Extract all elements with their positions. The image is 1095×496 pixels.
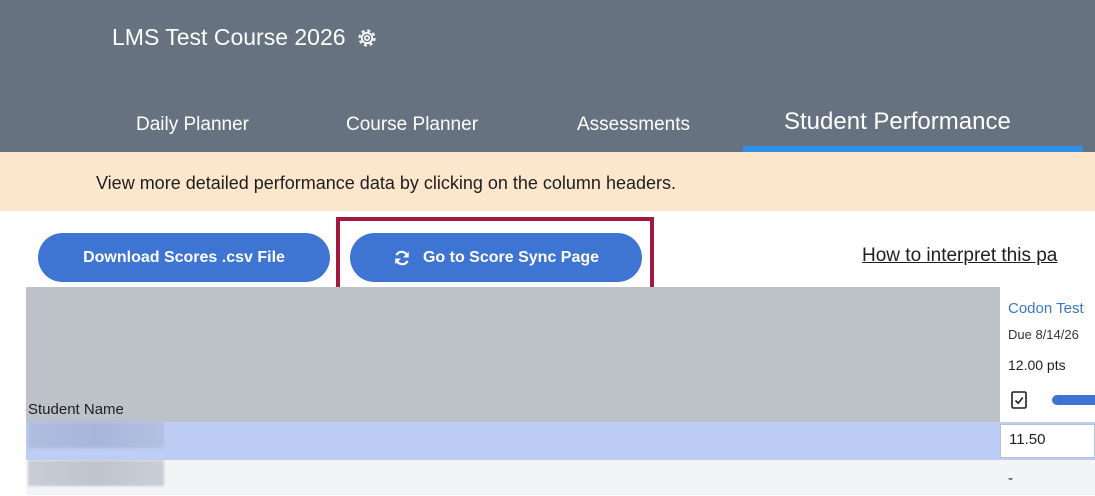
grid-header: [26, 287, 1095, 422]
table-row[interactable]: -: [26, 460, 1095, 495]
download-scores-label: Download Scores .csv File: [83, 248, 285, 266]
download-scores-button[interactable]: Download Scores .csv File: [38, 233, 330, 282]
course-title-group: LMS Test Course 2026: [112, 24, 379, 51]
assessment-column-header[interactable]: Codon Test Due 8/14/26 12.00 pts: [1000, 287, 1095, 422]
student-name-redacted: [28, 422, 164, 448]
tab-assessments[interactable]: Assessments: [577, 114, 690, 136]
assessment-due-date: Due 8/14/26: [1008, 327, 1079, 342]
assessment-progress-bar: [1052, 395, 1095, 405]
tab-course-planner[interactable]: Course Planner: [346, 114, 478, 136]
sync-icon: [395, 250, 409, 265]
document-check-icon: [1011, 391, 1027, 409]
score-sync-label: Go to Score Sync Page: [422, 248, 600, 266]
course-title: LMS Test Course 2026: [112, 24, 346, 50]
interpret-help-link[interactable]: How to interpret this pa: [862, 245, 1095, 267]
student-name-redacted: [28, 460, 164, 486]
score-cell[interactable]: 11.50: [1000, 424, 1095, 458]
gear-icon[interactable]: [355, 26, 379, 50]
student-name-column-header[interactable]: Student Name: [28, 401, 124, 418]
banner-text: View more detailed performance data by c…: [96, 173, 676, 193]
score-sync-button[interactable]: Go to Score Sync Page: [350, 233, 642, 282]
assessment-points: 12.00 pts: [1008, 357, 1066, 373]
tab-student-performance[interactable]: Student Performance: [784, 108, 1011, 136]
table-row[interactable]: 11.50: [26, 422, 1095, 460]
course-header: LMS Test Course 2026 Daily Planner Cours…: [0, 0, 1095, 152]
score-cell[interactable]: -: [1000, 462, 1095, 496]
assessment-name[interactable]: Codon Test: [1008, 300, 1084, 317]
tab-daily-planner[interactable]: Daily Planner: [136, 114, 249, 136]
info-banner: View more detailed performance data by c…: [0, 152, 1095, 211]
